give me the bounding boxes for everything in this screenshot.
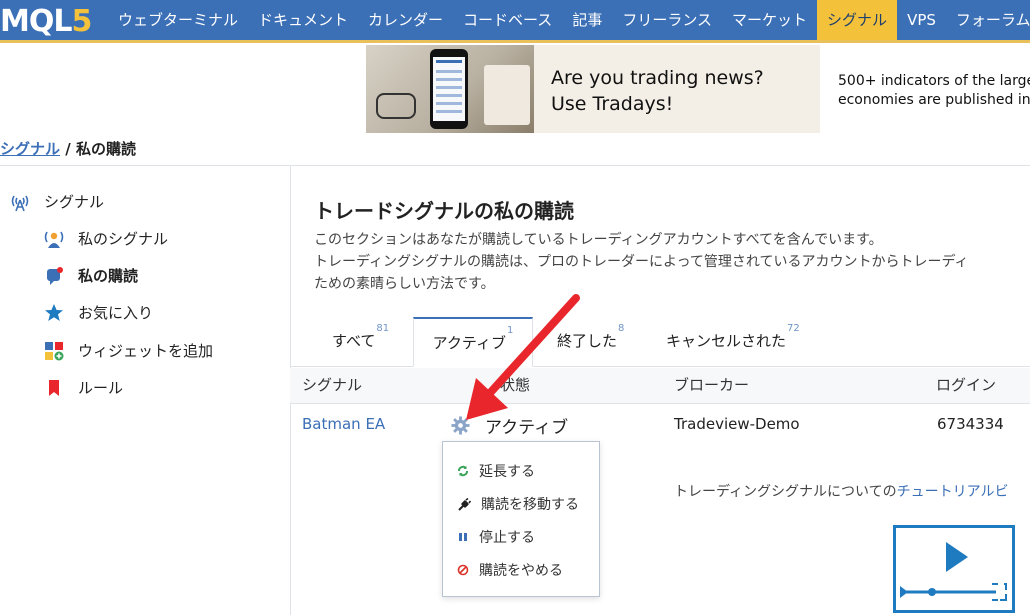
tab-finished-count: 8	[618, 323, 625, 334]
video-player-icon	[900, 542, 1007, 601]
table-header: シグナル 状態 ブローカー ログイン	[290, 368, 1030, 404]
menu-label-move-subscription: 購読を移動する	[481, 497, 579, 513]
sidebar-label-rules: ルール	[78, 379, 124, 397]
sidebar-label-my-signals: 私のシグナル	[78, 230, 169, 248]
banner-line-2: Use Tradays!	[551, 93, 674, 115]
signal-antenna-icon	[10, 192, 30, 212]
nav-item-forum[interactable]: フォーラム	[946, 0, 1030, 40]
plug-icon	[457, 497, 472, 511]
bookmark-icon	[44, 378, 64, 398]
description-line-1: このセクションはあなたが購読しているトレーディングアカウントすべてを含んでいます…	[314, 232, 883, 248]
tab-all[interactable]: すべて81	[332, 317, 389, 367]
sidebar-label-my-subscriptions: 私の購読	[78, 267, 139, 285]
tutorial-line: トレーディングシグナルについてのチュートリアルビ	[674, 481, 1008, 501]
breadcrumb-signals-link[interactable]: シグナル	[0, 140, 60, 158]
description-line-2: トレーディングシグナルの購読は、プロのトレーダーによって管理されているアカウント…	[314, 254, 969, 270]
nav-item-market[interactable]: マーケット	[722, 0, 817, 40]
promo-text[interactable]: 500+ indicators of the larges economies …	[838, 72, 1030, 110]
sidebar-label-signals: シグナル	[44, 193, 105, 211]
banner-text: Are you trading news? Use Tradays!	[551, 65, 764, 117]
sidebar-item-rules[interactable]: ルール	[44, 377, 123, 398]
menu-item-pause[interactable]: 停止する	[457, 527, 535, 547]
breadcrumb: シグナル / 私の購読	[0, 138, 136, 159]
menu-item-unsubscribe[interactable]: 購読をやめる	[457, 560, 563, 580]
subscription-icon	[44, 266, 64, 286]
page-title: トレードシグナルの私の購読	[314, 199, 574, 223]
tab-all-label: すべて	[332, 332, 376, 350]
header-signal: シグナル	[302, 376, 363, 394]
cancel-icon	[457, 564, 469, 576]
tutorial-link[interactable]: チュートリアルビ	[897, 484, 1009, 500]
nav-item-codebase[interactable]: コードベース	[453, 0, 562, 40]
sidebar-item-add-widget[interactable]: ウィジェットを追加	[44, 340, 213, 361]
nav-item-articles[interactable]: 記事	[562, 0, 612, 40]
nav-menu: ウェブターミナル ドキュメント カレンダー コードベース 記事 フリーランス マ…	[108, 0, 1030, 40]
tab-cancelled-label: キャンセルされた	[666, 332, 787, 350]
nav-item-freelance[interactable]: フリーランス	[612, 0, 722, 40]
sidebar-item-my-signals[interactable]: 私のシグナル	[44, 228, 168, 249]
nav-item-vps[interactable]: VPS	[897, 0, 946, 40]
top-navigation-bar: MQL5 ウェブターミナル ドキュメント カレンダー コードベース 記事 フリー…	[0, 0, 1030, 43]
promo-line-2: economies are published in r	[838, 92, 1030, 108]
nav-item-signals[interactable]: シグナル	[817, 0, 898, 40]
tab-cancelled-count: 72	[787, 323, 800, 334]
subscription-tabs: すべて81 アクティブ1 終了した8 キャンセルされた72	[290, 317, 1030, 367]
tab-all-count: 81	[376, 323, 390, 334]
header-login: ログイン	[936, 376, 997, 394]
nav-item-calendar[interactable]: カレンダー	[358, 0, 453, 40]
widget-icon	[44, 341, 64, 361]
red-annotation-arrow	[466, 294, 580, 420]
pause-icon	[457, 531, 469, 543]
subscription-actions-menu: 延長する 購読を移動する 停止する 購読をやめる	[442, 441, 600, 597]
tab-cancelled[interactable]: キャンセルされた72	[666, 317, 800, 367]
renew-icon	[457, 465, 469, 477]
menu-label-pause: 停止する	[479, 530, 535, 546]
broker-value: Tradeview-Demo	[674, 415, 800, 433]
sidebar-item-my-subscriptions[interactable]: 私の購読	[44, 265, 138, 286]
star-icon	[44, 303, 64, 323]
tutorial-video-thumbnail[interactable]	[893, 525, 1015, 613]
sidebar-item-signals[interactable]: シグナル	[10, 191, 104, 212]
header-divider	[0, 165, 1030, 166]
tradays-banner[interactable]: Are you trading news? Use Tradays!	[366, 45, 820, 133]
login-value: 6734334	[937, 415, 1004, 433]
tutorial-text: トレーディングシグナルについての	[674, 484, 897, 500]
sidebar-item-favorites[interactable]: お気に入り	[44, 302, 153, 323]
banner-line-1: Are you trading news?	[551, 67, 764, 89]
breadcrumb-separator: /	[65, 140, 71, 158]
mql5-logo[interactable]: MQL5	[0, 4, 92, 40]
nav-item-docs[interactable]: ドキュメント	[248, 0, 358, 40]
user-signal-icon	[44, 229, 64, 249]
header-broker: ブローカー	[674, 376, 750, 394]
promo-line-1: 500+ indicators of the larges	[838, 73, 1030, 89]
menu-item-renew[interactable]: 延長する	[457, 461, 535, 481]
signal-name-link[interactable]: Batman EA	[302, 415, 385, 433]
banner-phone-image	[366, 45, 534, 133]
sidebar-label-add-widget: ウィジェットを追加	[78, 342, 214, 360]
menu-label-unsubscribe: 購読をやめる	[479, 563, 563, 579]
sidebar-label-favorites: お気に入り	[78, 304, 154, 322]
nav-item-web-terminal[interactable]: ウェブターミナル	[108, 0, 248, 40]
menu-item-move-subscription[interactable]: 購読を移動する	[457, 494, 579, 514]
menu-label-renew: 延長する	[479, 464, 535, 480]
breadcrumb-current: 私の購読	[75, 140, 136, 158]
